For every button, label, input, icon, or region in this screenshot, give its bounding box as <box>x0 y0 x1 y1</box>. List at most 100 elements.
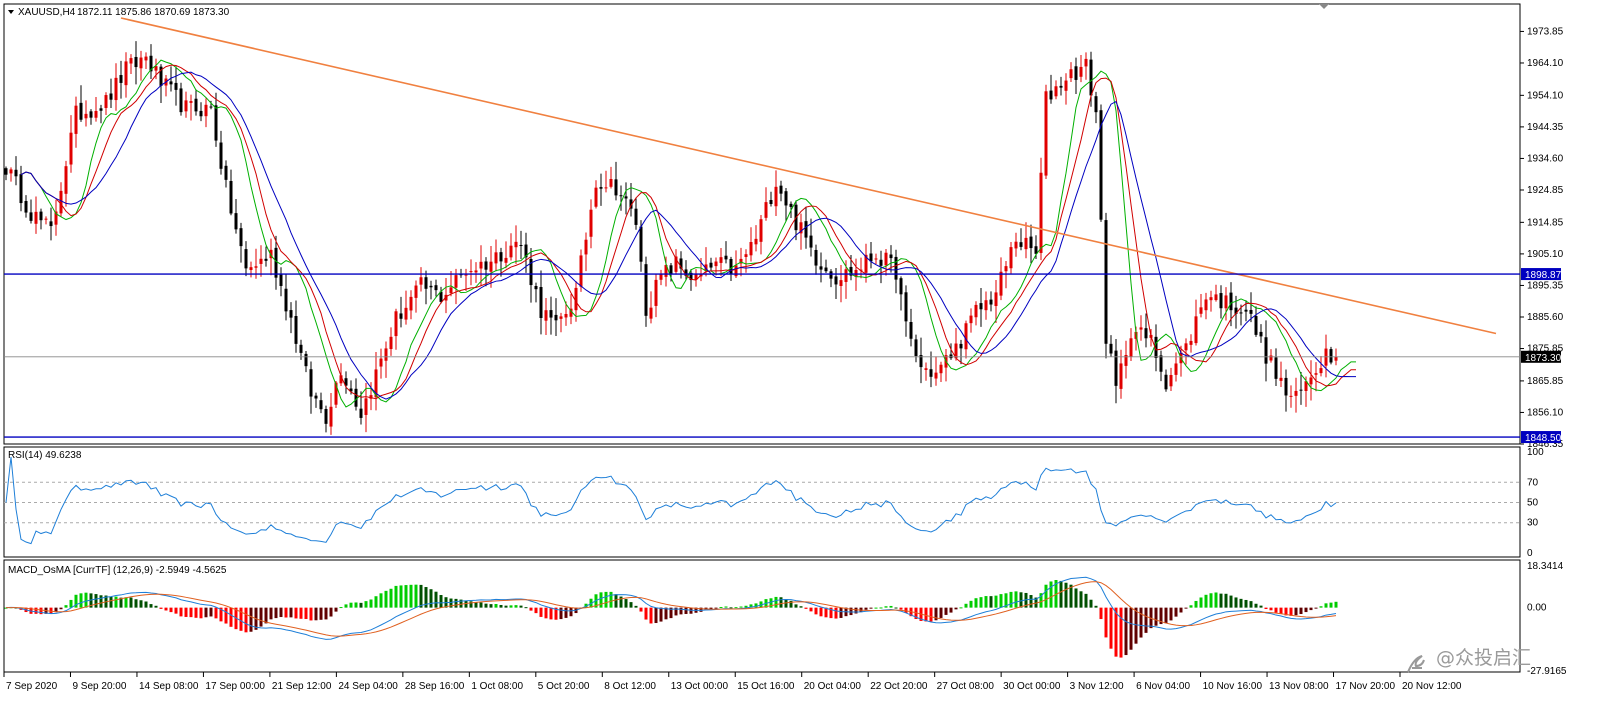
osma-bar <box>1009 591 1013 608</box>
candle-body <box>749 242 753 256</box>
candle-body <box>404 307 408 320</box>
price-tick-label: 1924.85 <box>1527 185 1564 196</box>
osma-bar <box>1089 599 1093 608</box>
candle-body <box>714 261 718 267</box>
price-tick-label: 1914.85 <box>1527 217 1564 228</box>
osma-bar <box>114 596 118 608</box>
candle-body <box>1329 349 1333 363</box>
candle-body <box>1044 91 1048 176</box>
candle-body <box>1319 368 1323 374</box>
osma-bar <box>624 599 628 608</box>
osma-bar <box>1259 605 1263 608</box>
candle-body <box>1269 355 1273 361</box>
candle-body <box>949 354 953 359</box>
candle-body <box>579 255 583 287</box>
osma-bar <box>879 607 883 609</box>
time-tick-label: 17 Nov 20:00 <box>1336 681 1396 692</box>
candle-body <box>764 202 768 218</box>
osma-bar <box>1124 607 1128 656</box>
osma-bar <box>354 602 358 608</box>
osma-bar <box>979 597 983 608</box>
candle-body <box>1049 90 1053 100</box>
osma-bar <box>1269 607 1273 611</box>
candle-body <box>499 252 503 262</box>
candle-body <box>1019 242 1023 247</box>
candle-body <box>1054 86 1058 97</box>
candle-body <box>124 61 128 86</box>
candle-body <box>564 313 568 318</box>
candle-body <box>19 174 23 204</box>
candle-body <box>114 77 118 101</box>
osma-bar <box>284 607 288 618</box>
osma-bar <box>929 607 933 622</box>
candle-body <box>774 186 778 207</box>
osma-bar <box>79 593 83 608</box>
osma-bar <box>1189 605 1193 608</box>
price-tick-label: 1954.10 <box>1527 90 1564 101</box>
osma-bar <box>984 596 988 608</box>
candle-body <box>394 311 398 337</box>
osma-bar <box>569 607 573 617</box>
candle-body <box>709 262 713 268</box>
osma-bar <box>659 607 663 622</box>
osma-bar <box>969 600 973 608</box>
candle-body <box>644 264 648 316</box>
candle-body <box>914 339 918 357</box>
osma-bar <box>404 585 408 608</box>
osma-bar <box>499 604 503 608</box>
price-tick-label: 1865.85 <box>1527 376 1564 387</box>
candle-body <box>844 269 848 282</box>
osma-bar <box>819 607 823 617</box>
candle-body <box>194 98 198 112</box>
candle-body <box>1014 241 1018 249</box>
osma-bar <box>339 607 343 609</box>
osma-bar <box>1264 607 1268 610</box>
osma-bar <box>429 589 433 608</box>
candle-body <box>1109 343 1113 354</box>
time-tick-label: 1 Oct 08:00 <box>471 681 523 692</box>
candle-body <box>104 95 108 108</box>
osma-bar <box>259 607 263 627</box>
trading-chart[interactable]: 1973.85 1964.10 1954.10 1944.35 1934.60 1924.… <box>0 0 1619 721</box>
osma-bar <box>434 591 438 608</box>
osma-bar <box>724 606 728 608</box>
candle-body <box>279 274 283 286</box>
candle-body <box>119 75 123 83</box>
time-tick-label: 9 Sep 20:00 <box>72 681 126 692</box>
osma-bar <box>989 596 993 608</box>
candle-body <box>819 266 823 270</box>
candle-body <box>229 180 233 214</box>
candle-body <box>409 296 413 311</box>
candle-body <box>1309 377 1313 385</box>
candle-body <box>204 104 208 117</box>
candle-body <box>969 315 973 324</box>
price-tick-label: 1905.10 <box>1527 249 1564 260</box>
osma-bar <box>1224 593 1228 608</box>
osma-bar <box>1234 597 1238 608</box>
osma-bar <box>134 599 138 608</box>
candle-body <box>434 285 438 291</box>
osma-bar <box>794 604 798 608</box>
candle-body <box>219 142 223 169</box>
candle-body <box>239 228 243 247</box>
osma-bar <box>329 607 333 617</box>
candle-body <box>1334 356 1338 361</box>
candle-body <box>469 271 473 273</box>
osma-bar <box>534 607 538 614</box>
candle-body <box>1289 395 1293 397</box>
candle-body <box>1209 297 1213 301</box>
candle-body <box>884 252 888 266</box>
rsi-title: RSI(14) 49.6238 <box>8 450 82 461</box>
candle-body <box>584 239 588 255</box>
osma-bar <box>1194 600 1198 608</box>
candle-body <box>1089 59 1093 96</box>
candle-body <box>1239 312 1243 314</box>
osma-bar <box>1244 599 1248 608</box>
osma-bar <box>409 584 413 608</box>
candle-body <box>139 57 143 69</box>
candle-body <box>604 187 608 189</box>
candle-body <box>89 111 93 118</box>
osma-bar <box>209 607 213 617</box>
price-tick-label: 1964.10 <box>1527 58 1564 69</box>
candle-body <box>209 106 213 108</box>
